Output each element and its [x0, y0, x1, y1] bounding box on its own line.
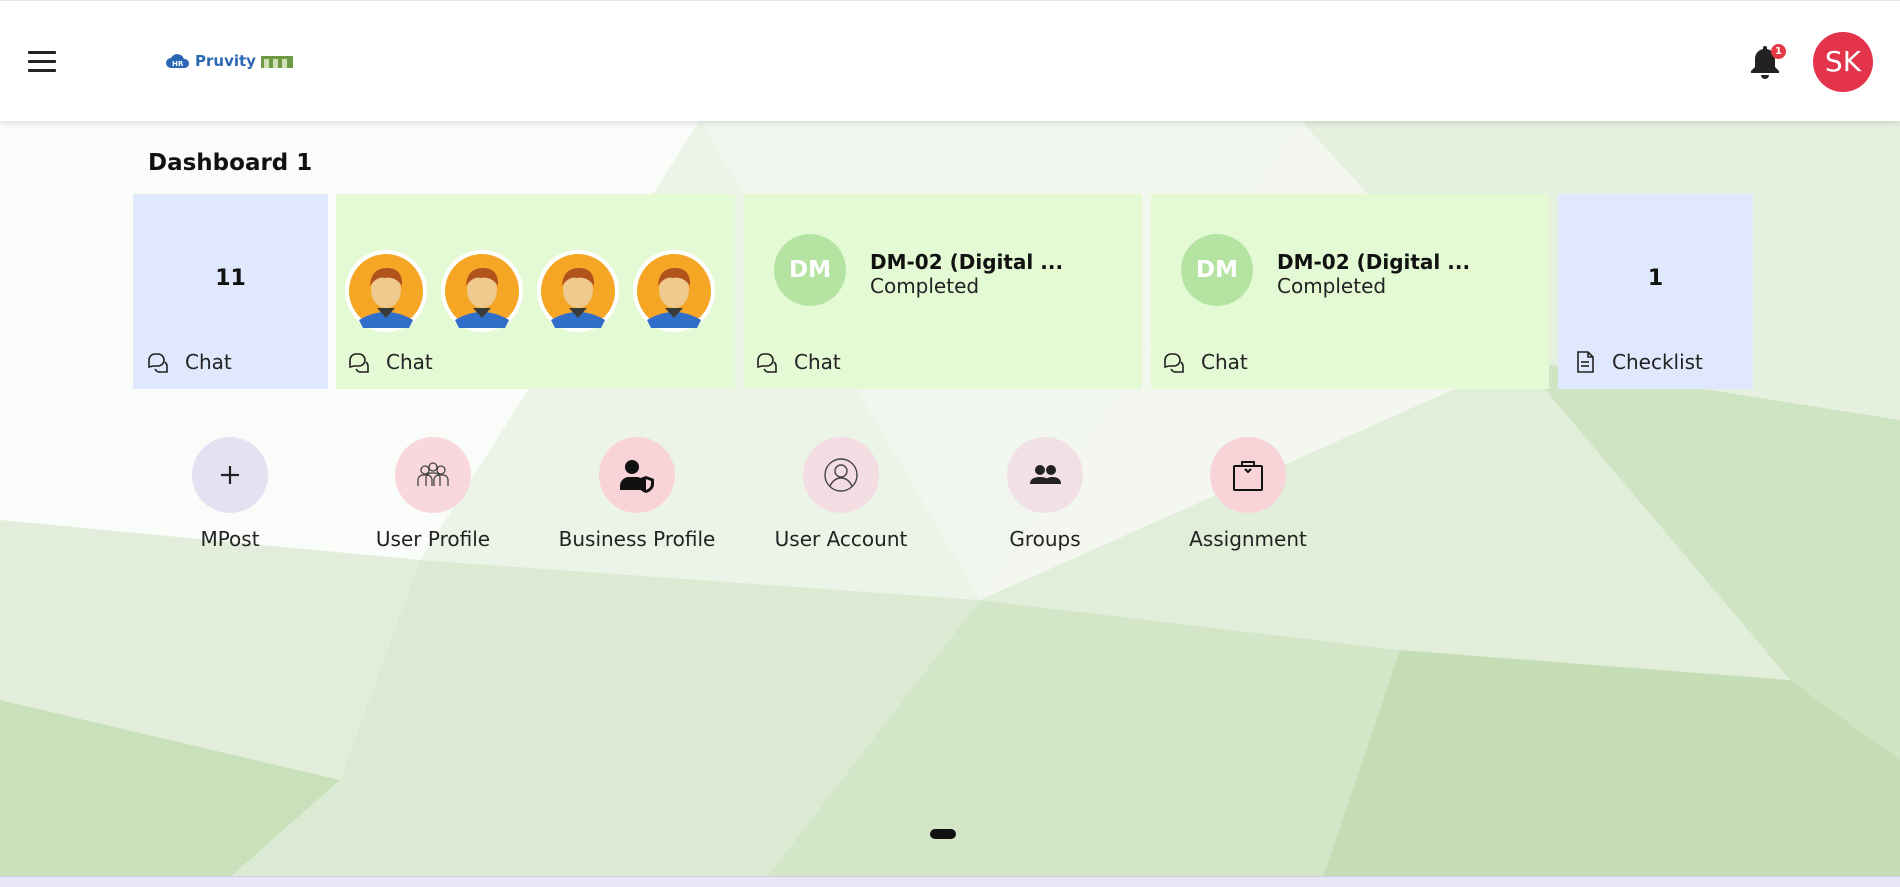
chat-members-card[interactable]: Chat — [336, 194, 735, 389]
app-header: HR Pruvity 1 SK — [0, 0, 1900, 121]
chat-icon — [148, 353, 168, 373]
team-icon — [417, 462, 449, 486]
plus-icon — [221, 466, 239, 484]
menu-line — [28, 51, 56, 54]
dm-title: DM-02 (Digital ... — [870, 250, 1064, 274]
card-footer: Chat — [145, 349, 232, 375]
shortcut-circle — [395, 437, 471, 513]
card-footer: Chat — [346, 349, 433, 375]
user-circle-icon — [824, 458, 858, 492]
shortcut-business-profile[interactable]: Business Profile — [557, 437, 717, 551]
chat-icon — [349, 353, 369, 373]
shortcut-circle — [803, 437, 879, 513]
shortcut-label: User Profile — [375, 527, 491, 551]
card-label: Chat — [1201, 350, 1248, 374]
person-avatar-icon — [445, 254, 519, 328]
checklist-count-card[interactable]: 1 Checklist — [1558, 194, 1753, 389]
member-avatar — [345, 250, 427, 332]
user-avatar[interactable]: SK — [1813, 32, 1873, 92]
card-label: Chat — [185, 350, 232, 374]
dm-status: Completed — [1277, 274, 1387, 298]
page-indicator[interactable] — [930, 829, 956, 839]
shortcut-circle — [1007, 437, 1083, 513]
chat-count-card[interactable]: 11 Chat — [133, 194, 328, 389]
chat-icon — [1164, 353, 1184, 373]
main-content: Dashboard 1 11 Chat Chat DM DM-02 (Digit… — [0, 0, 1900, 886]
person-avatar-icon — [541, 254, 615, 328]
card-label: Checklist — [1612, 350, 1703, 374]
card-footer: Chat — [1161, 349, 1248, 375]
shortcut-groups[interactable]: Groups — [965, 437, 1125, 551]
shortcut-assignment[interactable]: Assignment — [1168, 437, 1328, 551]
cloud-logo-icon: HR — [166, 54, 190, 68]
logo-text: Pruvity — [195, 52, 256, 70]
user-shield-icon — [620, 460, 654, 493]
dm-status: Completed — [870, 274, 980, 298]
dm-badge: DM — [774, 234, 846, 306]
shortcut-circle — [599, 437, 675, 513]
shortcut-user-profile[interactable]: User Profile — [353, 437, 513, 551]
notification-count-badge: 1 — [1771, 44, 1786, 59]
briefcase-icon — [1233, 461, 1263, 491]
card-footer: Chat — [754, 349, 841, 375]
avatar-list — [345, 250, 715, 332]
group-icon — [1030, 465, 1061, 484]
page-title: Dashboard 1 — [148, 150, 313, 176]
logo-mark-icon — [260, 56, 293, 68]
dm-chat-card[interactable]: DM DM-02 (Digital ... Completed Chat — [744, 194, 1142, 389]
shortcut-circle — [1210, 437, 1286, 513]
dm-chat-card[interactable]: DM DM-02 (Digital ... Completed Chat — [1151, 194, 1549, 389]
member-avatar — [633, 250, 715, 332]
shortcut-label: User Account — [774, 527, 908, 551]
checklist-count: 1 — [1647, 266, 1664, 291]
dm-title: DM-02 (Digital ... — [1277, 250, 1471, 274]
shortcut-user-account[interactable]: User Account — [761, 437, 921, 551]
chat-icon — [757, 353, 777, 373]
member-avatar — [441, 250, 523, 332]
shortcut-mpost[interactable]: MPost — [150, 437, 310, 551]
chat-count: 11 — [215, 266, 246, 291]
member-avatar — [537, 250, 619, 332]
card-footer: Checklist — [1572, 349, 1703, 375]
shortcut-label: MPost — [200, 527, 260, 551]
menu-line — [28, 69, 56, 72]
shortcut-label: Business Profile — [558, 527, 716, 551]
menu-line — [28, 60, 56, 63]
dm-badge: DM — [1181, 234, 1253, 306]
person-avatar-icon — [637, 254, 711, 328]
app-logo[interactable]: HR Pruvity — [165, 50, 294, 72]
person-avatar-icon — [349, 254, 423, 328]
shortcut-circle — [192, 437, 268, 513]
shortcut-label: Groups — [1009, 527, 1081, 551]
shortcut-label: Assignment — [1189, 527, 1307, 551]
logo-badge: HR — [172, 60, 184, 68]
document-icon — [1577, 351, 1594, 373]
card-label: Chat — [794, 350, 841, 374]
hamburger-menu-button[interactable] — [28, 51, 58, 73]
card-label: Chat — [386, 350, 433, 374]
